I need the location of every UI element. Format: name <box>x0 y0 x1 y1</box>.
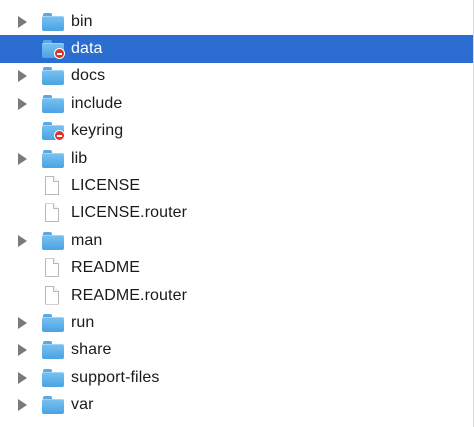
no-access-badge-icon <box>54 48 65 60</box>
folder-icon <box>42 395 64 415</box>
item-label: keyring <box>71 122 124 140</box>
item-label: README <box>71 259 141 277</box>
folder-icon <box>42 121 65 142</box>
folder-icon <box>42 94 64 114</box>
list-item-readme[interactable]: README <box>0 255 473 282</box>
list-item-lib[interactable]: lib <box>0 145 473 172</box>
item-label: include <box>71 94 123 112</box>
item-label: README.router <box>71 286 187 304</box>
document-icon <box>42 176 64 196</box>
list-item-keyring[interactable]: keyring <box>0 118 473 145</box>
item-label: LICENSE.router <box>71 204 188 222</box>
file-list: bin data docs include keyring lib LICENS… <box>0 0 474 427</box>
list-item-share[interactable]: share <box>0 337 473 364</box>
item-label: lib <box>71 149 88 167</box>
folder-icon <box>42 340 64 360</box>
no-access-badge-icon <box>54 130 65 142</box>
folder-icon <box>42 39 65 60</box>
document-icon <box>42 258 64 278</box>
disclosure-triangle-icon[interactable] <box>18 152 27 165</box>
item-label: var <box>71 396 94 414</box>
folder-icon <box>42 313 64 333</box>
disclosure-triangle-icon[interactable] <box>18 97 27 110</box>
list-item-man[interactable]: man <box>0 227 473 254</box>
disclosure-triangle-icon[interactable] <box>18 15 27 28</box>
list-item-readme-router[interactable]: README.router <box>0 282 473 309</box>
item-label: data <box>71 40 103 58</box>
list-item-support-files[interactable]: support-files <box>0 364 473 391</box>
item-label: share <box>71 341 112 359</box>
document-icon <box>42 285 64 306</box>
list-item-var[interactable]: var <box>0 391 473 418</box>
disclosure-triangle-icon[interactable] <box>18 344 27 357</box>
list-item-license[interactable]: LICENSE <box>0 172 473 199</box>
item-label: bin <box>71 12 93 30</box>
folder-icon <box>42 12 64 32</box>
list-item-docs[interactable]: docs <box>0 63 473 90</box>
disclosure-triangle-icon[interactable] <box>18 371 27 384</box>
disclosure-triangle-icon[interactable] <box>18 70 27 83</box>
list-item-include[interactable]: include <box>0 90 473 117</box>
item-label: run <box>71 313 95 331</box>
list-item-run[interactable]: run <box>0 309 473 336</box>
list-item-bin[interactable]: bin <box>0 8 473 35</box>
document-icon <box>42 203 64 223</box>
item-label: LICENSE <box>71 177 141 195</box>
item-label: docs <box>71 67 106 85</box>
disclosure-triangle-icon[interactable] <box>18 234 27 247</box>
list-item-data[interactable]: data <box>0 35 473 63</box>
list-item-license-router[interactable]: LICENSE.router <box>0 200 473 227</box>
folder-icon <box>42 66 64 86</box>
folder-icon <box>42 149 64 169</box>
item-label: support-files <box>71 368 160 386</box>
item-label: man <box>71 231 103 249</box>
disclosure-triangle-icon[interactable] <box>18 316 27 329</box>
disclosure-triangle-icon[interactable] <box>18 399 27 412</box>
folder-icon <box>42 231 64 251</box>
folder-icon <box>42 368 64 388</box>
